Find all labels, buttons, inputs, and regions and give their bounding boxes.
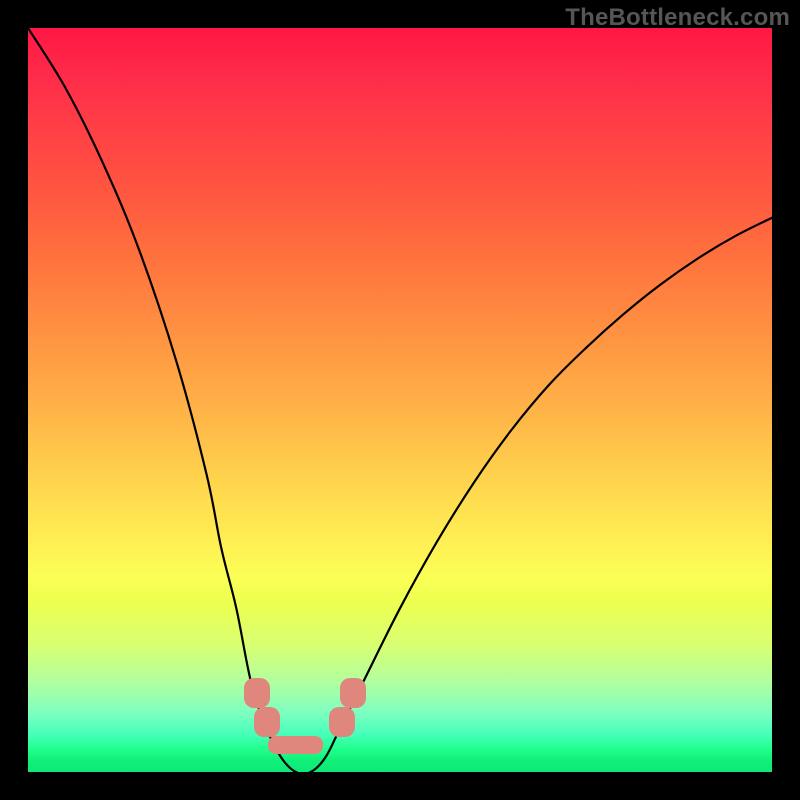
curve-marker-bridge-4 <box>268 736 323 754</box>
watermark-text: TheBottleneck.com <box>565 4 790 32</box>
curve-marker-knob-3 <box>340 678 366 708</box>
bottleneck-curve <box>28 28 772 772</box>
curve-marker-knob-0 <box>244 678 270 708</box>
curve-marker-knob-2 <box>329 707 355 737</box>
curve-marker-knob-1 <box>254 707 280 737</box>
chart-frame <box>28 28 772 772</box>
